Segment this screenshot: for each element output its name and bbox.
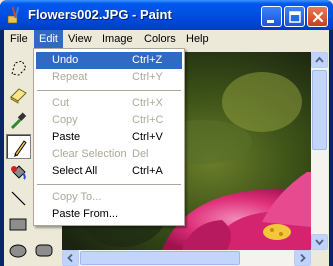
rectangle-icon <box>9 218 27 231</box>
horizontal-scroll-thumb[interactable] <box>80 251 240 265</box>
tool-ellipse[interactable] <box>6 238 31 263</box>
scroll-right-button[interactable] <box>294 250 311 266</box>
fill-icon <box>11 165 26 180</box>
scroll-up-button[interactable] <box>311 52 328 68</box>
tool-eraser[interactable] <box>6 82 31 107</box>
menu-item-select-all[interactable]: Select All Ctrl+A <box>36 163 182 180</box>
menu-separator <box>37 90 181 91</box>
free-form-select-icon <box>11 60 27 76</box>
tool-fill[interactable] <box>6 160 31 185</box>
chevron-left-icon <box>67 253 73 263</box>
menu-item-repeat: Repeat Ctrl+Y <box>52 71 163 83</box>
tool-pick-color[interactable] <box>6 108 31 133</box>
menu-separator <box>37 184 181 185</box>
scroll-down-button[interactable] <box>311 234 328 250</box>
tool-free-form-select[interactable] <box>6 56 31 81</box>
menu-colors[interactable]: Colors <box>139 30 181 49</box>
menu-item-copy: Copy Ctrl+C <box>52 114 164 126</box>
menu-item-copy-to: Copy To... <box>52 191 102 203</box>
pick-color-icon <box>10 112 27 130</box>
menu-item-undo[interactable]: Undo Ctrl+Z <box>36 52 182 69</box>
window-title: Flowers002.JPG - Paint <box>28 7 172 22</box>
edit-menu-dropdown: Undo Ctrl+Z Repeat Ctrl+Y Cut Ctrl+X Cop… <box>33 48 185 226</box>
line-icon <box>11 191 26 206</box>
tool-rounded-rectangle[interactable] <box>32 238 57 263</box>
title-bar[interactable]: Flowers002.JPG - Paint <box>0 0 333 30</box>
vertical-scrollbar[interactable] <box>311 52 328 250</box>
menu-item-paste-from[interactable]: Paste From... <box>36 206 182 223</box>
eraser-icon <box>10 88 27 104</box>
rounded-rectangle-icon <box>35 244 53 257</box>
menu-image[interactable]: Image <box>97 30 138 49</box>
close-icon <box>312 11 324 23</box>
menu-view[interactable]: View <box>63 30 97 49</box>
scroll-left-button[interactable] <box>62 250 79 266</box>
paint-window: Flowers002.JPG - Paint File Edit View Im… <box>0 0 333 266</box>
close-button[interactable] <box>307 6 328 27</box>
tool-rectangle[interactable] <box>6 212 31 237</box>
paint-app-icon <box>7 6 20 24</box>
chevron-down-icon <box>315 239 324 246</box>
menu-item-paste[interactable]: Paste Ctrl+V <box>36 129 182 146</box>
menu-help[interactable]: Help <box>181 30 214 49</box>
menu-item-clear-selection: Clear Selection Del <box>52 148 149 160</box>
tool-pencil[interactable] <box>6 134 31 159</box>
vertical-scroll-thumb[interactable] <box>312 70 327 150</box>
ellipse-icon <box>9 244 27 258</box>
menu-edit[interactable]: Edit <box>34 30 63 49</box>
maximize-button[interactable] <box>284 6 305 27</box>
horizontal-scrollbar[interactable] <box>62 250 311 266</box>
minimize-button[interactable] <box>261 6 282 27</box>
maximize-icon <box>289 11 301 23</box>
menu-file[interactable]: File <box>5 30 33 49</box>
tool-line[interactable] <box>6 186 31 211</box>
menu-item-cut: Cut Ctrl+X <box>52 97 163 109</box>
minimize-icon <box>267 20 274 23</box>
menu-bar: File Edit View Image Colors Help <box>4 30 329 49</box>
chevron-up-icon <box>315 56 324 63</box>
pencil-icon <box>14 140 27 157</box>
chevron-right-icon <box>300 253 306 263</box>
